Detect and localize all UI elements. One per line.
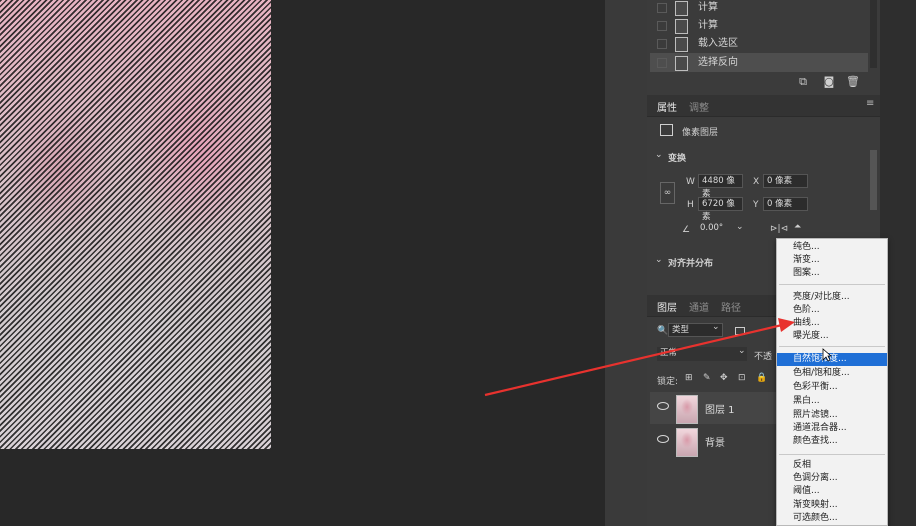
- lock-artboard-icon[interactable]: ⊡: [738, 373, 746, 383]
- history-item[interactable]: 计算: [650, 0, 868, 17]
- mouse-cursor-icon: [822, 348, 832, 362]
- lock-paint-icon[interactable]: ✎: [703, 373, 711, 383]
- width-field[interactable]: 4480 像素: [698, 174, 743, 199]
- angle-icon: ∠: [682, 225, 691, 235]
- chevron-down-icon[interactable]: ⌄: [738, 346, 746, 356]
- adjustment-layer-menu: 纯色... 渐变... 图案... 亮度/对比度... 色阶... 曲线... …: [776, 238, 888, 526]
- menu-item[interactable]: 图案...: [777, 267, 887, 280]
- menu-item[interactable]: 曝光度...: [777, 330, 887, 343]
- history-scrollbar[interactable]: [870, 0, 877, 68]
- history-document-icon: [675, 19, 688, 34]
- menu-item[interactable]: 纯色...: [777, 241, 887, 254]
- visibility-eye-icon[interactable]: [657, 435, 669, 443]
- menu-item[interactable]: 渐变...: [777, 254, 887, 267]
- lock-label: 锁定:: [657, 377, 679, 387]
- history-item-label: 计算: [698, 20, 718, 31]
- tab-adjustments[interactable]: 调整: [689, 99, 709, 114]
- menu-item[interactable]: 照片滤镜...: [777, 409, 887, 422]
- link-icon[interactable]: ∞: [660, 182, 675, 204]
- layer-thumbnail: [676, 395, 698, 424]
- menu-item[interactable]: 色阶...: [777, 304, 887, 317]
- transform-section-title[interactable]: 变换: [668, 151, 686, 164]
- menu-separator: [779, 454, 885, 455]
- menu-separator: [779, 284, 885, 285]
- menu-item[interactable]: 反相: [777, 459, 887, 472]
- history-checkbox[interactable]: [657, 39, 667, 49]
- menu-item[interactable]: 颜色查找...: [777, 435, 887, 448]
- y-label: Y: [753, 200, 759, 210]
- image-layer-icon: [660, 124, 673, 136]
- height-field[interactable]: 6720 像素: [698, 197, 743, 222]
- x-label: X: [753, 177, 760, 187]
- history-checkbox[interactable]: [657, 58, 667, 68]
- chevron-down-icon[interactable]: ⌄: [736, 222, 744, 232]
- history-item[interactable]: 载入选区: [650, 34, 868, 53]
- menu-item[interactable]: 通道混合器...: [777, 422, 887, 435]
- properties-tabbar: 属性 调整 ≡: [647, 95, 880, 117]
- properties-scrollbar[interactable]: [870, 150, 877, 210]
- flip-horizontal-icon[interactable]: ⊳|⊲: [770, 224, 788, 234]
- tab-paths[interactable]: 路径: [721, 299, 741, 314]
- menu-item[interactable]: 亮度/对比度...: [777, 291, 887, 304]
- layer-thumbnail: [676, 428, 698, 457]
- layer-type-label: 像素图层: [682, 128, 719, 138]
- x-field[interactable]: 0 像素: [763, 174, 808, 188]
- history-item[interactable]: 计算: [650, 16, 868, 35]
- history-document-icon: [675, 56, 688, 71]
- tab-properties[interactable]: 属性: [657, 99, 677, 114]
- trash-icon[interactable]: 🗑: [846, 75, 860, 88]
- blend-mode-select[interactable]: 正常: [657, 347, 747, 361]
- menu-item[interactable]: 渐变映射...: [777, 499, 887, 512]
- tab-channels[interactable]: 通道: [689, 299, 709, 314]
- lock-position-icon[interactable]: ✥: [720, 373, 728, 383]
- search-icon: 🔍: [657, 326, 669, 336]
- panel-menu-icon[interactable]: ≡: [866, 98, 874, 109]
- layer-name[interactable]: 图层 1: [705, 401, 735, 416]
- menu-item[interactable]: 黑白...: [777, 395, 887, 408]
- menu-item[interactable]: 色调分离...: [777, 472, 887, 485]
- lock-all-icon[interactable]: 🔒: [756, 373, 767, 383]
- history-checkbox[interactable]: [657, 3, 667, 13]
- camera-icon[interactable]: ◙: [822, 75, 836, 88]
- align-section-title[interactable]: 对齐并分布: [668, 256, 713, 269]
- panel-divider: [605, 0, 647, 526]
- chevron-down-icon[interactable]: ⌄: [655, 150, 663, 160]
- layer-name[interactable]: 背景: [705, 434, 725, 449]
- opacity-label: 不透: [754, 352, 773, 362]
- history-document-icon: [675, 37, 688, 52]
- menu-item[interactable]: 可选颜色...: [777, 512, 887, 525]
- history-checkbox[interactable]: [657, 21, 667, 31]
- y-field[interactable]: 0 像素: [763, 197, 808, 211]
- menu-item[interactable]: 色相/饱和度...: [777, 367, 887, 380]
- w-label: W: [686, 177, 695, 187]
- history-item-selected[interactable]: 选择反向: [650, 53, 868, 72]
- h-label: H: [687, 200, 694, 210]
- lock-transparent-icon[interactable]: ⊞: [685, 373, 693, 383]
- menu-item[interactable]: 曲线...: [777, 317, 887, 330]
- document-image[interactable]: [0, 0, 271, 449]
- history-item-label: 计算: [698, 2, 718, 13]
- new-snapshot-icon[interactable]: ⧉: [796, 75, 810, 89]
- chevron-down-icon[interactable]: ⌄: [712, 322, 720, 332]
- tab-layers[interactable]: 图层: [657, 299, 677, 314]
- history-item-label: 载入选区: [698, 38, 738, 49]
- menu-item-highlighted[interactable]: 自然饱和度...: [777, 353, 887, 366]
- history-document-icon: [675, 1, 688, 16]
- visibility-eye-icon[interactable]: [657, 402, 669, 410]
- menu-item[interactable]: 阈值...: [777, 485, 887, 498]
- menu-item[interactable]: 色彩平衡...: [777, 381, 887, 394]
- pixel-filter-icon[interactable]: [735, 327, 745, 335]
- history-item-label: 选择反向: [698, 57, 738, 68]
- chevron-down-icon[interactable]: ⌄: [655, 255, 663, 265]
- flip-vertical-icon[interactable]: ⏶: [794, 222, 801, 232]
- menu-separator: [779, 346, 885, 347]
